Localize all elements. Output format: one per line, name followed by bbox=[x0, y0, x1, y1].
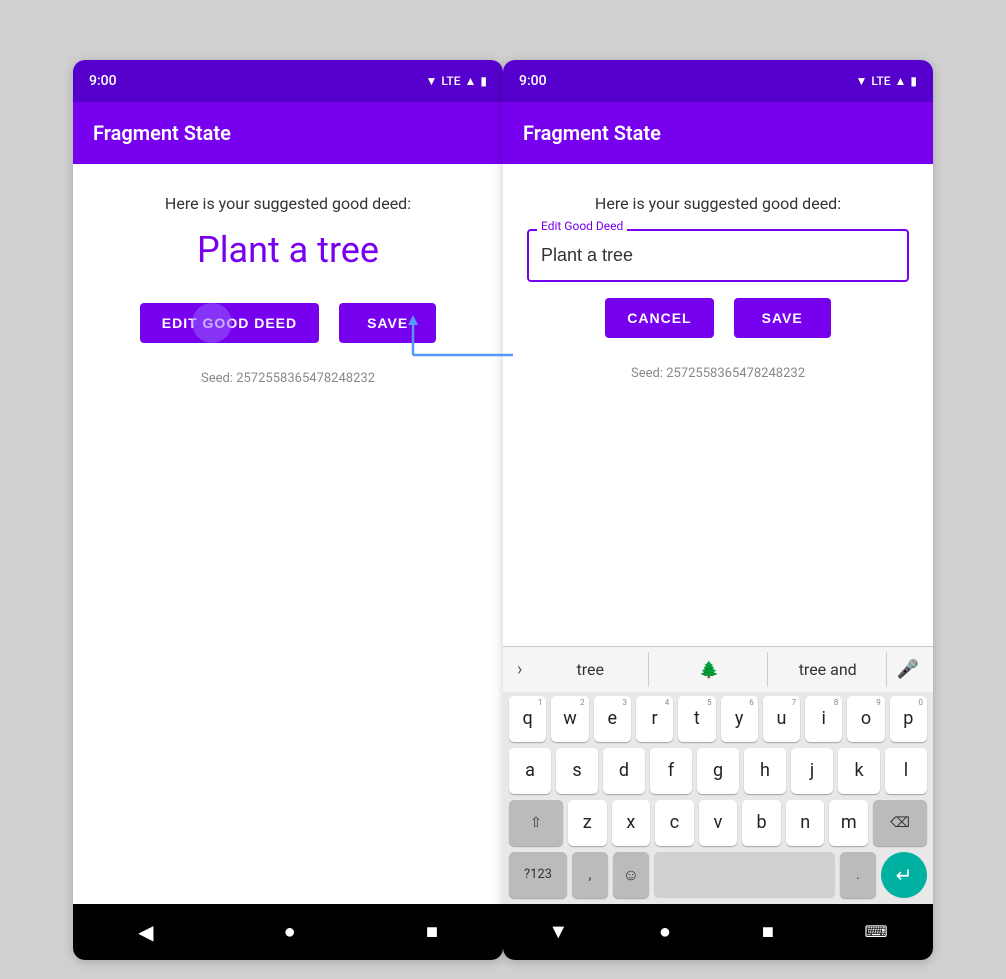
microphone-icon[interactable]: 🎤 bbox=[889, 659, 927, 680]
home-icon[interactable]: ● bbox=[284, 919, 296, 944]
numbers-key[interactable]: ?123 bbox=[509, 852, 567, 898]
left-phone: 9:00 ▼ LTE ▲ ▮ Fragment State Here is yo… bbox=[73, 60, 503, 960]
left-app-title: Fragment State bbox=[93, 121, 231, 145]
key-s[interactable]: s bbox=[556, 748, 598, 794]
enter-key[interactable]: ↵ bbox=[881, 852, 927, 898]
suggest-word-2[interactable]: 🌲 bbox=[651, 652, 768, 687]
key-w[interactable]: 2w bbox=[551, 696, 588, 742]
space-key[interactable] bbox=[654, 852, 835, 898]
key-v[interactable]: v bbox=[699, 800, 738, 846]
right-app-bar: Fragment State bbox=[503, 102, 933, 164]
key-c[interactable]: c bbox=[655, 800, 694, 846]
shift-key[interactable]: ⇧ bbox=[509, 800, 563, 846]
edit-field-container: Edit Good Deed bbox=[527, 229, 909, 282]
right-home-icon[interactable]: ● bbox=[659, 919, 671, 944]
key-u[interactable]: 7u bbox=[763, 696, 800, 742]
right-wifi-icon: ▼ bbox=[855, 74, 867, 88]
key-g[interactable]: g bbox=[697, 748, 739, 794]
left-buttons-row: EDIT GOOD DEED SAVE bbox=[140, 303, 436, 343]
comma-key[interactable]: , bbox=[572, 852, 608, 898]
key-d[interactable]: d bbox=[603, 748, 645, 794]
arrow-connector bbox=[403, 315, 523, 395]
emoji-key[interactable]: ☺ bbox=[613, 852, 649, 898]
left-status-bar: 9:00 ▼ LTE ▲ ▮ bbox=[73, 60, 503, 102]
right-status-time: 9:00 bbox=[519, 73, 547, 89]
backspace-key[interactable]: ⌫ bbox=[873, 800, 927, 846]
key-n[interactable]: n bbox=[786, 800, 825, 846]
left-status-time: 9:00 bbox=[89, 73, 117, 89]
right-save-button[interactable]: SAVE bbox=[734, 298, 831, 338]
left-app-bar: Fragment State bbox=[73, 102, 503, 164]
left-status-icons: ▼ LTE ▲ ▮ bbox=[425, 74, 487, 88]
signal-icon: ▲ bbox=[465, 74, 477, 88]
left-seed-text: Seed: 2572558365478248232 bbox=[201, 371, 375, 386]
battery-icon: ▮ bbox=[480, 74, 487, 88]
key-o[interactable]: 9o bbox=[847, 696, 884, 742]
wifi-icon: ▼ bbox=[425, 74, 437, 88]
key-i[interactable]: 8i bbox=[805, 696, 842, 742]
key-r[interactable]: 4r bbox=[636, 696, 673, 742]
right-lte-label: LTE bbox=[871, 74, 890, 88]
left-content: Here is your suggested good deed: Plant … bbox=[73, 164, 503, 904]
back-icon[interactable]: ◀ bbox=[138, 920, 153, 944]
key-e[interactable]: 3e bbox=[594, 696, 631, 742]
suggest-word-3[interactable]: tree and bbox=[770, 652, 887, 687]
left-suggested-label: Here is your suggested good deed: bbox=[165, 194, 411, 213]
right-back-icon[interactable]: ▼ bbox=[548, 919, 568, 944]
key-z[interactable]: z bbox=[568, 800, 607, 846]
key-a[interactable]: a bbox=[509, 748, 551, 794]
left-nav-bar: ◀ ● ■ bbox=[73, 904, 503, 960]
recents-icon[interactable]: ■ bbox=[426, 919, 438, 944]
edit-field-label: Edit Good Deed bbox=[537, 219, 627, 233]
right-nav-bar: ▼ ● ■ ⌨ bbox=[503, 904, 933, 960]
right-seed-text: Seed: 2572558365478248232 bbox=[631, 366, 805, 381]
left-good-deed: Plant a tree bbox=[197, 229, 379, 271]
cancel-button[interactable]: CANCEL bbox=[605, 298, 713, 338]
keyboard-rows: 1q 2w 3e 4r 5t 6y 7u 8i 9o 0p a s d f bbox=[503, 692, 933, 904]
key-y[interactable]: 6y bbox=[721, 696, 758, 742]
suggest-word-1[interactable]: tree bbox=[532, 652, 649, 687]
right-app-title: Fragment State bbox=[523, 121, 661, 145]
key-l[interactable]: l bbox=[885, 748, 927, 794]
right-signal-icon: ▲ bbox=[895, 74, 907, 88]
key-f[interactable]: f bbox=[650, 748, 692, 794]
key-m[interactable]: m bbox=[829, 800, 868, 846]
edit-good-deed-input[interactable] bbox=[527, 229, 909, 282]
right-keyboard-icon[interactable]: ⌨ bbox=[865, 922, 888, 941]
lte-label: LTE bbox=[441, 74, 460, 88]
key-t[interactable]: 5t bbox=[678, 696, 715, 742]
key-row-4: ?123 , ☺ . ↵ bbox=[509, 852, 927, 898]
key-row-1: 1q 2w 3e 4r 5t 6y 7u 8i 9o 0p bbox=[509, 696, 927, 742]
right-status-bar: 9:00 ▼ LTE ▲ ▮ bbox=[503, 60, 933, 102]
key-h[interactable]: h bbox=[744, 748, 786, 794]
suggest-expand-icon[interactable]: › bbox=[509, 659, 530, 680]
key-p[interactable]: 0p bbox=[890, 696, 927, 742]
key-x[interactable]: x bbox=[612, 800, 651, 846]
key-b[interactable]: b bbox=[742, 800, 781, 846]
right-battery-icon: ▮ bbox=[910, 74, 917, 88]
key-row-2: a s d f g h j k l bbox=[509, 748, 927, 794]
right-recents-icon[interactable]: ■ bbox=[762, 919, 774, 944]
key-j[interactable]: j bbox=[791, 748, 833, 794]
right-content: Here is your suggested good deed: Edit G… bbox=[503, 164, 933, 646]
key-k[interactable]: k bbox=[838, 748, 880, 794]
edit-good-deed-button[interactable]: EDIT GOOD DEED bbox=[140, 303, 319, 343]
right-suggested-label: Here is your suggested good deed: bbox=[595, 194, 841, 213]
keyboard-area: › tree 🌲 tree and 🎤 1q 2w 3e 4r 5t 6y 7u… bbox=[503, 646, 933, 904]
key-row-3: ⇧ z x c v b n m ⌫ bbox=[509, 800, 927, 846]
period-key[interactable]: . bbox=[840, 852, 876, 898]
right-buttons-row: CANCEL SAVE bbox=[605, 298, 830, 338]
key-q[interactable]: 1q bbox=[509, 696, 546, 742]
right-status-icons: ▼ LTE ▲ ▮ bbox=[855, 74, 917, 88]
right-phone: 9:00 ▼ LTE ▲ ▮ Fragment State Here is yo… bbox=[503, 60, 933, 960]
suggestions-bar: › tree 🌲 tree and 🎤 bbox=[503, 646, 933, 692]
